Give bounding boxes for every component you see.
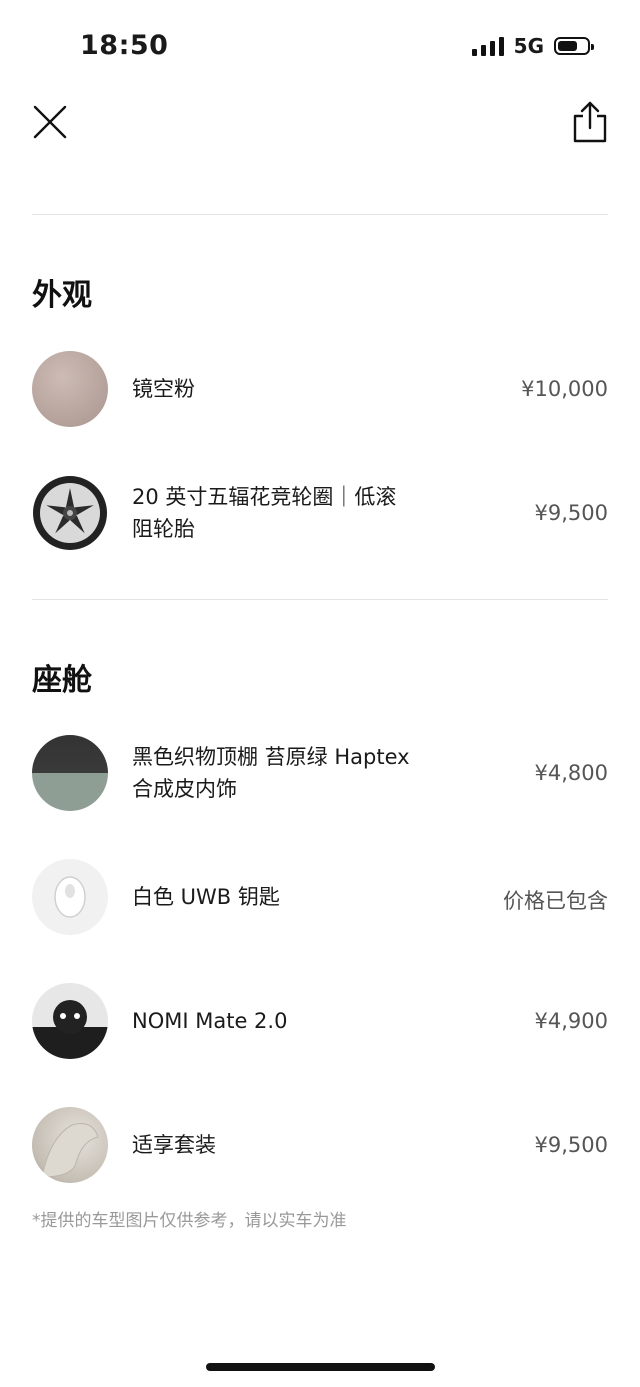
wheel-icon [33,476,107,550]
list-item-key[interactable]: 白色 UWB 钥匙 价格已包含 [32,859,608,935]
share-icon [573,101,607,143]
battery-icon [554,37,594,55]
status-time: 18:50 [80,30,169,61]
signal-icon [471,36,504,56]
section-title-exterior: 外观 [32,278,92,313]
list-item-comfort-pack[interactable]: 适享套装 ¥9,500 [32,1107,608,1183]
divider [32,214,608,215]
item-label-line2: 合成皮内饰 [132,777,237,801]
divider [32,599,608,600]
list-item-interior[interactable]: 黑色织物顶棚 苔原绿 Haptex 合成皮内饰 ¥4,800 [32,735,608,811]
share-button[interactable] [570,100,610,144]
home-indicator[interactable] [206,1363,435,1371]
item-label-line1: 黑色织物顶棚 苔原绿 Haptex [132,745,410,769]
list-item-nomi[interactable]: NOMI Mate 2.0 ¥4,900 [32,983,608,1059]
item-price: 价格已包含 [503,889,608,913]
item-price: ¥4,900 [534,1009,608,1033]
item-price: ¥10,000 [521,377,608,401]
key-icon [54,876,86,918]
item-label-line1: 20 英寸五辐花竞轮圈｜低滚 [132,485,397,509]
nomi-thumb [32,983,108,1059]
section-title-cabin: 座舱 [32,663,92,698]
disclaimer-text: *提供的车型图片仅供参考，请以实车为准 [32,1211,347,1231]
item-label: 镜空粉 [132,377,195,401]
item-price: ¥4,800 [534,761,608,785]
list-item-paint[interactable]: 镜空粉 ¥10,000 [32,351,608,427]
wheel-thumb [32,475,108,551]
item-label-line2: 阻轮胎 [132,517,195,541]
network-label: 5G [513,34,544,58]
nomi-icon [32,1000,108,1059]
interior-swatch-thumb [32,735,108,811]
item-price: ¥9,500 [534,1133,608,1157]
status-indicators: 5G [471,34,594,58]
item-label: 适享套装 [132,1133,216,1157]
item-price: ¥9,500 [534,501,608,525]
close-icon [33,105,67,139]
seat-thumb [32,1107,108,1183]
paint-swatch-thumb [32,351,108,427]
close-button[interactable] [32,104,68,140]
item-label: 白色 UWB 钥匙 [132,885,280,909]
key-thumb [32,859,108,935]
status-bar: 18:50 5G [0,0,640,96]
item-label: NOMI Mate 2.0 [132,1009,288,1033]
list-item-wheel[interactable]: 20 英寸五辐花竞轮圈｜低滚 阻轮胎 ¥9,500 [32,475,608,551]
seat-icon [41,1123,99,1178]
